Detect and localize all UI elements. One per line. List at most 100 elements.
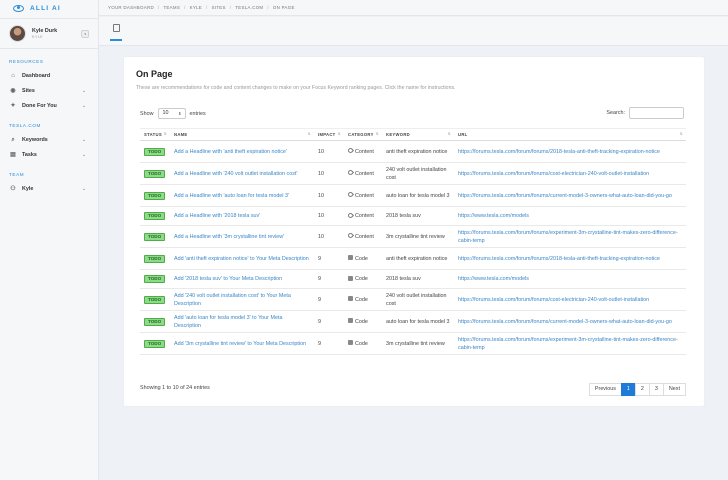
keyword-cell: 2018 tesla suv	[382, 269, 454, 289]
url-link[interactable]: https://forums.tesla.com/forum/forums/co…	[458, 297, 649, 303]
status-cell: TODO	[140, 332, 170, 355]
search-label: Search:	[606, 110, 625, 116]
sidebar-item-tasks[interactable]: ▤ Tasks ⌄	[0, 147, 98, 162]
task-name-link[interactable]: Add '3m crystalline tint review' to Your…	[174, 341, 306, 347]
task-name-link[interactable]: Add a Headline with '2018 tesla suv'	[174, 213, 260, 219]
column-header-label: NAME	[174, 132, 188, 137]
status-badge: TODO	[144, 212, 166, 220]
status-cell: TODO	[140, 269, 170, 289]
url-link[interactable]: https://forums.tesla.com/forum/forums/co…	[458, 171, 649, 177]
category-cell: Content	[344, 225, 382, 248]
sort-icon: ⇅	[447, 132, 451, 136]
edit-page-icon[interactable]	[113, 24, 120, 32]
sort-icon: ⇅	[679, 132, 683, 136]
sidebar-item-keywords[interactable]: ⌕ Keywords ⌄	[0, 132, 98, 147]
url-link[interactable]: https://forums.tesla.com/forum/forums/cu…	[458, 319, 672, 325]
link-icon	[346, 211, 355, 219]
url-link[interactable]: https://forums.tesla.com/forum/forums/20…	[458, 149, 660, 155]
sidebar-item-label: Tasks	[22, 151, 37, 158]
url-cell: https://www.tesla.com/models	[454, 269, 686, 289]
status-badge: TODO	[144, 339, 166, 348]
on-page-card: On Page These are recommendations for co…	[124, 57, 704, 406]
table-info: Showing 1 to 10 of 24 entries	[140, 385, 210, 391]
sort-icon: ⇅	[375, 132, 379, 136]
url-link[interactable]: https://www.tesla.com/models	[458, 276, 529, 282]
search-input[interactable]	[629, 107, 684, 119]
category-cell: Content	[344, 162, 382, 185]
sidebar-item-sites[interactable]: ◉ Sites ⌄	[0, 83, 98, 98]
select-arrow-icon: ⬍	[178, 111, 182, 116]
column-header-url[interactable]: URL ⇅	[454, 128, 686, 141]
table-row: TODO Add a Headline with '3m crystalline …	[140, 225, 686, 248]
sidebar-item-done-for-you[interactable]: ✦ Done For You ⌄	[0, 98, 98, 113]
task-name-link[interactable]: Add a Headline with 'auto loan for tesla…	[174, 193, 289, 199]
breadcrumb-separator: /	[184, 5, 186, 10]
eye-logo-icon	[13, 4, 24, 12]
category-label: Content	[355, 170, 374, 177]
collapse-sidebar-button[interactable]: ◂	[81, 30, 89, 38]
url-link[interactable]: https://forums.tesla.com/forum/forums/ex…	[458, 337, 678, 351]
url-link[interactable]: https://www.tesla.com/models	[458, 213, 529, 219]
entries-select[interactable]: 10 ⬍	[157, 108, 186, 119]
task-name-link[interactable]: Add a Headline with 'anti theft expirati…	[174, 149, 287, 155]
column-header-keyword[interactable]: KEYWORD ⇅	[382, 128, 454, 141]
breadcrumb-item[interactable]: YOUR DASHBOARD	[108, 5, 154, 10]
category-label: Code	[355, 296, 368, 303]
category-label: Code	[355, 340, 368, 347]
breadcrumb-item[interactable]: TESLA.COM	[235, 5, 263, 10]
sidebar-item-dashboard[interactable]: ⌂ Dashboard	[0, 68, 98, 83]
category-cell: Code	[344, 310, 382, 333]
breadcrumb-separator: /	[206, 5, 208, 10]
column-header-status[interactable]: STATUS ⇅	[140, 128, 170, 141]
sidebar: ALLI AI Kyle Durk KYLE ◂ RESOURCES ⌂ Dashb…	[0, 0, 99, 480]
category-label: Code	[355, 255, 368, 262]
entries-label: entries	[189, 110, 206, 117]
category-cell: Code	[344, 332, 382, 355]
column-header-name[interactable]: NAME ⇅	[170, 128, 314, 141]
task-name-link[interactable]: Add '240 volt outlet installation cost' …	[174, 293, 291, 307]
page-button-next[interactable]: Next	[662, 383, 686, 396]
page-button-2[interactable]: 2	[634, 383, 650, 396]
brand-name: ALLI AI	[30, 4, 61, 12]
page-button-1[interactable]: 1	[620, 383, 636, 396]
breadcrumb-item[interactable]: KYLE	[190, 5, 202, 10]
url-link[interactable]: https://forums.tesla.com/forum/forums/cu…	[458, 193, 672, 199]
task-name-link[interactable]: Add '2018 tesla suv' to Your Meta Descri…	[174, 276, 282, 282]
column-header-impact[interactable]: IMPACT ⇅	[314, 128, 344, 141]
code-icon	[348, 255, 353, 260]
link-icon	[346, 146, 355, 155]
breadcrumb-item[interactable]: SITES	[212, 5, 226, 10]
name-cell: Add '240 volt outlet installation cost' …	[170, 288, 314, 311]
status-badge: TODO	[144, 317, 166, 326]
link-icon	[346, 190, 355, 199]
brand[interactable]: ALLI AI	[0, 0, 98, 16]
active-tab-indicator	[110, 39, 122, 41]
page-button-previous[interactable]: Previous	[588, 383, 622, 396]
impact-cell: 9	[314, 332, 344, 355]
task-name-link[interactable]: Add a Headline with '3m crystalline tint…	[174, 234, 284, 240]
task-name-link[interactable]: Add a Headline with '240 volt outlet ins…	[174, 171, 297, 177]
url-link[interactable]: https://forums.tesla.com/forum/forums/20…	[458, 256, 660, 262]
avatar[interactable]	[9, 25, 26, 42]
column-header-category[interactable]: CATEGORY ⇅	[344, 128, 382, 141]
name-cell: Add 'auto loan for tesla model 3' to You…	[170, 310, 314, 333]
url-link[interactable]: https://forums.tesla.com/forum/forums/ex…	[458, 230, 678, 244]
status-badge: TODO	[144, 147, 166, 156]
category-label: Content	[355, 192, 374, 199]
category-cell: Content	[344, 206, 382, 226]
chevron-down-icon: ⌄	[82, 186, 86, 191]
task-name-link[interactable]: Add 'anti theft expiration notice' to Yo…	[174, 256, 309, 262]
impact-cell: 10	[314, 184, 344, 207]
sort-icon: ⇅	[307, 132, 311, 136]
sidebar-item-kyle[interactable]: ⚇ Kyle ⌄	[0, 181, 98, 196]
table-row: TODO Add 'anti theft expiration notice' t…	[140, 247, 686, 270]
page-button-3[interactable]: 3	[648, 383, 664, 396]
chevron-down-icon: ⌄	[82, 137, 86, 142]
sidebar-item-label: Dashboard	[22, 72, 51, 79]
task-name-link[interactable]: Add 'auto loan for tesla model 3' to You…	[174, 315, 282, 329]
url-cell: https://forums.tesla.com/forum/forums/ex…	[454, 225, 686, 248]
breadcrumb-item[interactable]: TEAMS	[163, 5, 180, 10]
breadcrumb: YOUR DASHBOARD / TEAMS / KYLE / SITES / TESLA.CO…	[108, 5, 295, 10]
url-cell: https://forums.tesla.com/forum/forums/cu…	[454, 310, 686, 333]
table-row: TODO Add '3m crystalline tint review' to …	[140, 332, 686, 355]
